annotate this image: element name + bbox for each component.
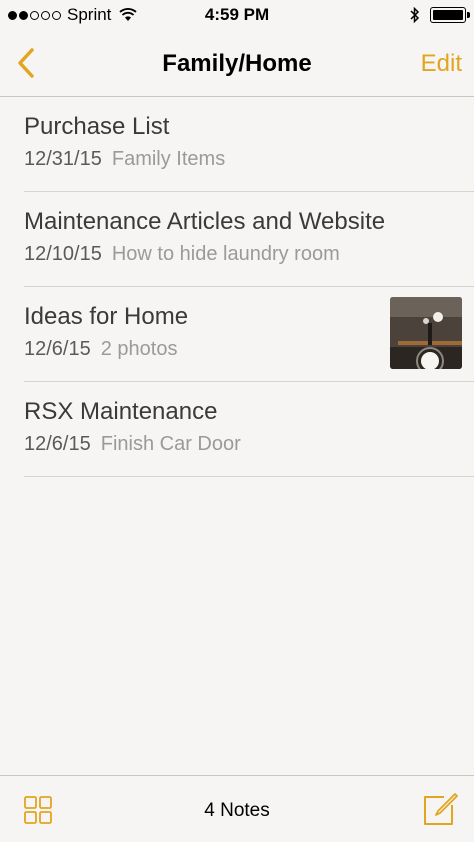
bottom-toolbar: 4 Notes bbox=[0, 775, 474, 842]
battery-fill bbox=[433, 10, 463, 20]
note-meta: 12/6/15 Finish Car Door bbox=[24, 433, 241, 456]
note-preview: Finish Car Door bbox=[100, 433, 241, 455]
note-meta: 12/6/15 2 photos bbox=[24, 338, 177, 361]
note-date: 12/10/15 bbox=[24, 243, 102, 265]
note-item-maintenance-articles[interactable]: Maintenance Articles and Website 12/10/1… bbox=[0, 192, 474, 287]
note-title: Ideas for Home bbox=[24, 303, 189, 330]
note-preview: Family Items bbox=[111, 148, 226, 170]
status-time: 4:59 PM bbox=[204, 5, 270, 24]
status-bar: Sprint 4:59 PM bbox=[0, 0, 474, 32]
note-title: Purchase List bbox=[24, 113, 170, 140]
note-preview: How to hide laundry room bbox=[111, 243, 340, 265]
notes-count: 4 Notes bbox=[204, 800, 270, 821]
note-item-ideas-for-home[interactable]: Ideas for Home 12/6/15 2 photos bbox=[0, 287, 474, 382]
notes-list: Purchase List 12/31/15 Family Items Maint… bbox=[0, 97, 474, 477]
note-thumbnail-image bbox=[390, 297, 462, 369]
compose-icon[interactable] bbox=[422, 792, 458, 826]
navigation-bar: Family/Home Edit bbox=[0, 32, 474, 97]
bluetooth-icon bbox=[410, 6, 420, 24]
note-date: 12/31/15 bbox=[24, 148, 102, 170]
note-meta: 12/31/15 Family Items bbox=[24, 148, 225, 171]
note-preview: 2 photos bbox=[100, 338, 178, 360]
page-title: Family/Home bbox=[162, 50, 312, 77]
note-title: RSX Maintenance bbox=[24, 398, 218, 425]
note-item-rsx-maintenance[interactable]: RSX Maintenance 12/6/15 Finish Car Door bbox=[0, 382, 474, 477]
note-title: Maintenance Articles and Website bbox=[24, 208, 386, 235]
battery-icon bbox=[430, 7, 470, 23]
note-date: 12/6/15 bbox=[24, 338, 91, 360]
status-right bbox=[410, 6, 470, 24]
divider bbox=[24, 476, 474, 477]
note-item-purchase-list[interactable]: Purchase List 12/31/15 Family Items bbox=[0, 97, 474, 192]
edit-button[interactable]: Edit bbox=[421, 50, 462, 78]
note-date: 12/6/15 bbox=[24, 433, 91, 455]
note-meta: 12/10/15 How to hide laundry room bbox=[24, 243, 340, 266]
